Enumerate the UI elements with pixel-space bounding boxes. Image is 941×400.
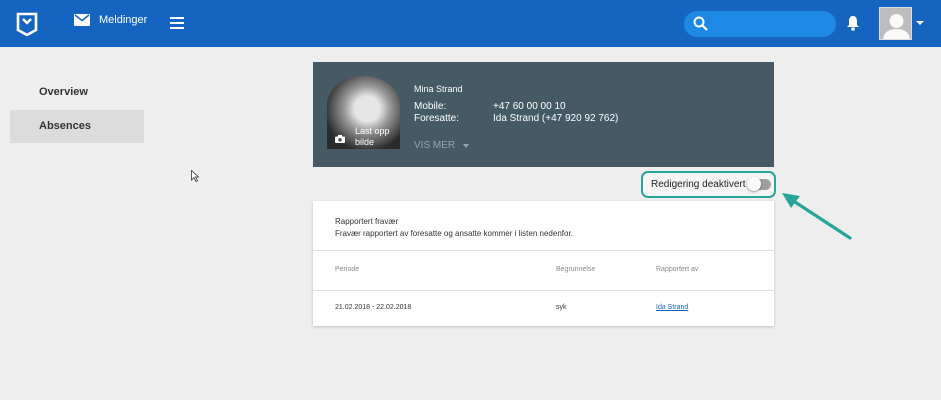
cell-period: 21.02.2018 - 22.02.2018: [335, 304, 412, 311]
sidebar-item-overview[interactable]: Overview: [10, 76, 144, 109]
show-more-button[interactable]: VIS MER: [414, 140, 470, 151]
editing-toggle-container: Redigering deaktivert: [641, 171, 776, 198]
camera-icon: [335, 135, 345, 143]
search-input[interactable]: [714, 14, 829, 34]
editing-toggle-label: Redigering deaktivert: [651, 179, 746, 190]
student-profile-card: Last opp bilde Mina Strand Mobile: +47 6…: [313, 62, 774, 167]
reported-absence-card: Rapportert fravær Fravær rapportert av f…: [313, 201, 774, 326]
cell-reason: syk: [556, 304, 567, 311]
chevron-down-icon: [463, 143, 470, 148]
card-description: Fravær rapportert av foresatte og ansatt…: [335, 229, 573, 238]
divider: [313, 290, 774, 291]
column-header-reported-by: Rapportert av: [656, 266, 699, 273]
guardian-label: Foresatte:: [414, 113, 460, 124]
mail-icon: [74, 14, 90, 26]
divider: [313, 250, 774, 251]
profile-photo[interactable]: Last opp bilde: [327, 76, 400, 149]
card-title: Rapportert fravær: [335, 217, 399, 226]
toggle-knob: [747, 177, 761, 191]
mobile-label: Mobile:: [414, 101, 447, 112]
messages-link[interactable]: Meldinger: [74, 14, 147, 26]
notifications-bell-icon[interactable]: [846, 15, 860, 31]
sidebar-item-absences[interactable]: Absences: [10, 110, 144, 143]
annotation-arrow-icon: [782, 193, 852, 240]
student-name: Mina Strand: [414, 84, 463, 94]
search-icon: [693, 16, 708, 31]
guardian-value: Ida Strand (+47 920 92 762): [493, 113, 619, 124]
top-app-bar: Meldinger: [0, 0, 941, 47]
search-bar[interactable]: [684, 11, 836, 37]
column-header-period: Periode: [335, 266, 360, 273]
mouse-pointer-icon: [191, 170, 199, 182]
upload-photo-label: Last opp bilde: [355, 126, 390, 147]
user-avatar-placeholder-icon: [883, 14, 910, 39]
user-avatar[interactable]: [879, 7, 912, 40]
photo-upload-overlay[interactable]: Last opp bilde: [327, 126, 400, 149]
menu-icon[interactable]: [170, 17, 184, 29]
app-logo-icon[interactable]: [16, 12, 38, 36]
account-dropdown-icon[interactable]: [916, 21, 924, 25]
column-header-reason: Begrunnelse: [556, 266, 596, 273]
mobile-value: +47 60 00 00 10: [493, 101, 566, 112]
editing-toggle-switch[interactable]: [747, 177, 771, 191]
show-more-label: VIS MER: [414, 140, 456, 151]
messages-label: Meldinger: [99, 14, 148, 26]
reported-by-link[interactable]: Ida Strand: [656, 304, 688, 311]
